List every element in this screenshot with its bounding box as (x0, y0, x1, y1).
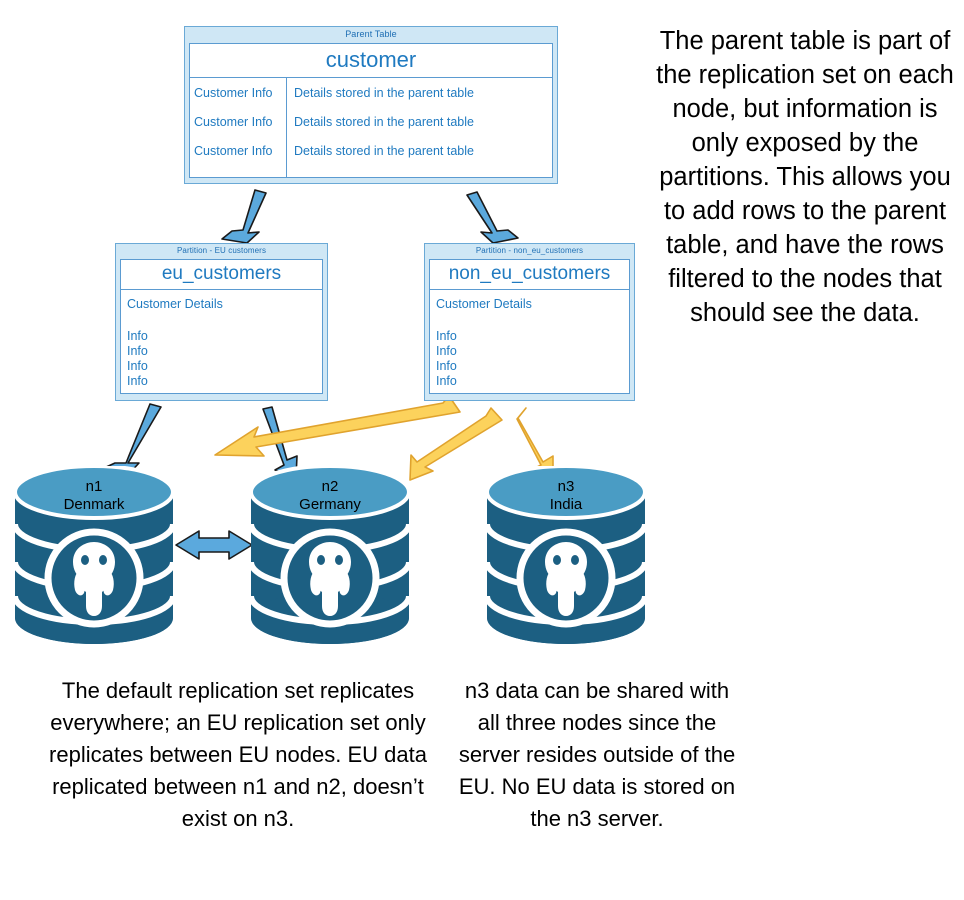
partition-eu-customers-card: Partition - EU customers eu_customers Cu… (115, 243, 328, 401)
partition-eu-info-list: Info Info Info Info (127, 329, 322, 389)
partition-non-eu-title: non_eu_customers (430, 260, 629, 290)
partition-non-eu-body: Customer Details Info Info Info Info (430, 290, 629, 393)
parent-table-card: Parent Table customer Customer Info Cust… (184, 26, 558, 184)
partition-non-eu-info-list: Info Info Info Info (436, 329, 629, 389)
arrow-n1-n2-replication (175, 530, 253, 560)
partition-non-eu-customers-card: Partition - non_eu_customers non_eu_cust… (424, 243, 635, 401)
list-item: Info (436, 358, 457, 373)
list-item: Info (127, 343, 148, 358)
partition-eu-body: Customer Details Info Info Info Info (121, 290, 322, 393)
parent-table-note: The parent table is part of the replicat… (656, 27, 954, 327)
parent-table-label-column: Customer Info Customer Info Customer Inf… (190, 77, 287, 177)
parent-table-title: customer (190, 44, 552, 78)
list-item: Info (436, 373, 457, 388)
database-cylinder-icon (13, 466, 175, 644)
postgresql-elephant-icon (280, 528, 380, 628)
table-row: Customer Info (194, 143, 273, 158)
table-row: Details stored in the parent table (294, 85, 474, 100)
partition-eu-detail: Customer Details (127, 296, 223, 311)
list-item: Info (127, 373, 148, 388)
list-item: Info (436, 343, 457, 358)
node-n3-database: n3 India (485, 466, 647, 644)
arrow-parent-to-non-eu-partition (466, 191, 519, 244)
partition-eu-title: eu_customers (121, 260, 322, 290)
eu-replication-caption: The default replication set replicates e… (49, 678, 427, 831)
table-row: Customer Info (194, 85, 273, 100)
parent-table-detail-column: Details stored in the parent table Detai… (287, 78, 552, 177)
postgresql-elephant-icon (44, 528, 144, 628)
partition-non-eu-inner: non_eu_customers Customer Details Info I… (429, 258, 630, 394)
arrow-parent-to-eu-partition (221, 189, 267, 244)
partition-eu-inner: eu_customers Customer Details Info Info … (120, 258, 323, 394)
diagram-canvas: Parent Table customer Customer Info Cust… (0, 0, 964, 900)
database-cylinder-icon (249, 466, 411, 644)
node-n2-database: n2 Germany (249, 466, 411, 644)
table-row: Details stored in the parent table (294, 114, 474, 129)
n3-sharing-caption: n3 data can be shared with all three nod… (458, 678, 736, 831)
postgresql-elephant-icon (516, 528, 616, 628)
arrow-non-eu-partition-to-n1 (214, 395, 461, 457)
parent-table-inner: customer Customer Info Customer Info Cus… (189, 42, 553, 178)
database-cylinder-icon (485, 466, 647, 644)
parent-table-caption: Parent Table (345, 29, 397, 39)
partition-eu-caption: Partition - EU customers (176, 246, 267, 255)
partition-non-eu-detail: Customer Details (436, 296, 532, 311)
table-row: Customer Info (194, 114, 273, 129)
list-item: Info (436, 328, 457, 343)
table-row: Details stored in the parent table (294, 143, 474, 158)
partition-non-eu-caption: Partition - non_eu_customers (475, 246, 584, 255)
node-n1-database: n1 Denmark (13, 466, 175, 644)
list-item: Info (127, 328, 148, 343)
parent-table-body: Customer Info Customer Info Customer Inf… (190, 77, 552, 177)
list-item: Info (127, 358, 148, 373)
